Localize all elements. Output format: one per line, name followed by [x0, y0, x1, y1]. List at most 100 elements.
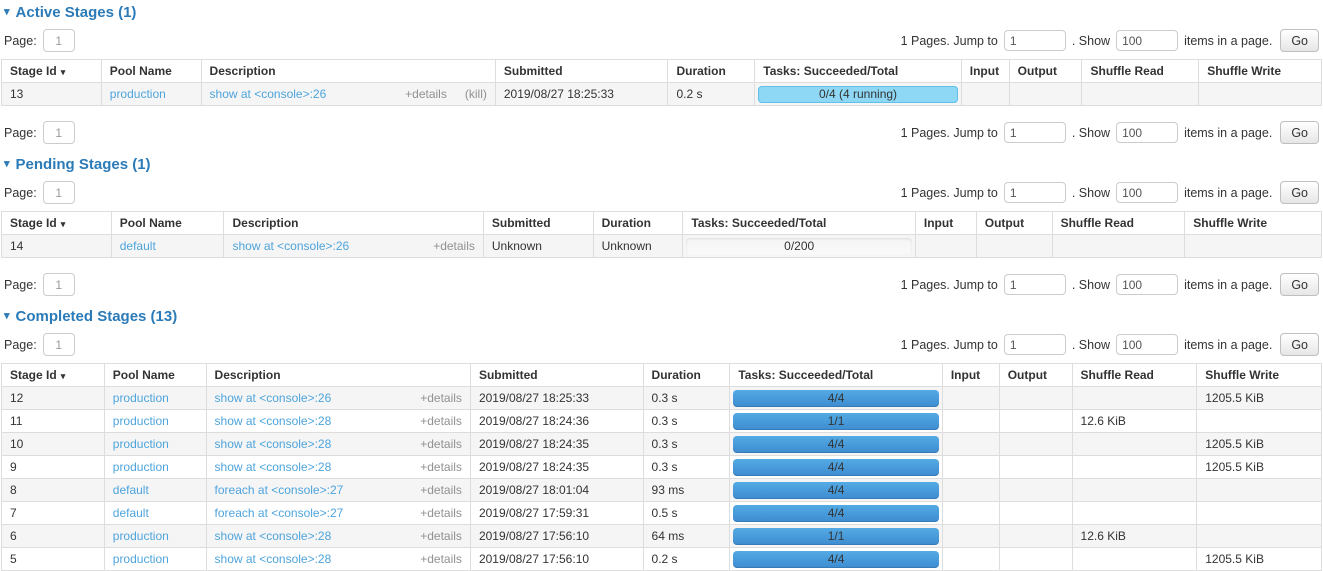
duration-cell: 0.5 s [643, 502, 730, 525]
column-header-shuffle-write[interactable]: Shuffle Write [1199, 60, 1322, 83]
go-button[interactable]: Go [1280, 29, 1319, 52]
column-header-duration[interactable]: Duration [643, 364, 730, 387]
details-toggle[interactable]: +details [420, 552, 462, 566]
details-toggle[interactable]: +details [420, 506, 462, 520]
show-items-input[interactable] [1116, 182, 1178, 203]
input-cell [942, 502, 999, 525]
page-input[interactable] [43, 181, 75, 204]
column-header-output[interactable]: Output [999, 364, 1072, 387]
pool-name-link[interactable]: production [110, 87, 166, 101]
description-link[interactable]: show at <console>:26 [232, 239, 349, 253]
details-toggle[interactable]: +details [433, 239, 475, 253]
column-header-submitted[interactable]: Submitted [483, 212, 593, 235]
submitted-cell: 2019/08/27 17:56:10 [470, 548, 643, 571]
page-input[interactable] [43, 273, 75, 296]
stage-id: 13 [10, 87, 23, 101]
pool-name-link[interactable]: production [113, 437, 169, 451]
details-toggle[interactable]: +details [420, 460, 462, 474]
column-header-duration[interactable]: Duration [668, 60, 755, 83]
description-link[interactable]: foreach at <console>:27 [215, 506, 344, 520]
page-input[interactable] [43, 333, 75, 356]
column-header-submitted[interactable]: Submitted [495, 60, 668, 83]
jump-to-input[interactable] [1004, 30, 1066, 51]
pool-name-link[interactable]: default [113, 506, 149, 520]
section-title-pending[interactable]: ▾Pending Stages (1) [4, 156, 1322, 173]
go-button[interactable]: Go [1280, 121, 1319, 144]
pool-name-link[interactable]: default [113, 483, 149, 497]
page-input[interactable] [43, 121, 75, 144]
column-header-shuffle-read[interactable]: Shuffle Read [1052, 212, 1185, 235]
column-header-pool-name[interactable]: Pool Name [111, 212, 224, 235]
description-link[interactable]: show at <console>:28 [215, 552, 332, 566]
tasks-progress-bar: 1/1 [733, 528, 939, 545]
column-header-description[interactable]: Description [201, 60, 495, 83]
description-link[interactable]: show at <console>:28 [215, 437, 332, 451]
pool-name-link[interactable]: production [113, 391, 169, 405]
details-toggle[interactable]: +details [420, 414, 462, 428]
column-header-input[interactable]: Input [942, 364, 999, 387]
details-toggle[interactable]: +details [420, 529, 462, 543]
column-header-output[interactable]: Output [976, 212, 1052, 235]
column-header-duration[interactable]: Duration [593, 212, 683, 235]
jump-to-input[interactable] [1004, 274, 1066, 295]
stage-id-cell: 9 [2, 456, 105, 479]
show-items-input[interactable] [1116, 274, 1178, 295]
jump-to-input[interactable] [1004, 122, 1066, 143]
column-header-stage-id[interactable]: Stage Id▾ [2, 364, 105, 387]
column-header-label: Submitted [479, 368, 538, 382]
pool-name-link[interactable]: production [113, 414, 169, 428]
go-button[interactable]: Go [1280, 333, 1319, 356]
jump-to-input[interactable] [1004, 182, 1066, 203]
column-header-shuffle-read[interactable]: Shuffle Read [1082, 60, 1199, 83]
column-header-shuffle-write[interactable]: Shuffle Write [1197, 364, 1322, 387]
column-header-stage-id[interactable]: Stage Id▾ [2, 60, 102, 83]
description-link[interactable]: show at <console>:28 [215, 414, 332, 428]
pool-name-link[interactable]: default [120, 239, 156, 253]
show-items-input[interactable] [1116, 30, 1178, 51]
shuffle-write-cell [1185, 235, 1322, 258]
column-header-tasks-succeeded-total[interactable]: Tasks: Succeeded/Total [755, 60, 962, 83]
details-toggle[interactable]: +details [420, 483, 462, 497]
go-button[interactable]: Go [1280, 181, 1319, 204]
page-input[interactable] [43, 29, 75, 52]
column-header-tasks-succeeded-total[interactable]: Tasks: Succeeded/Total [730, 364, 943, 387]
column-header-description[interactable]: Description [206, 364, 470, 387]
description-link[interactable]: show at <console>:28 [215, 460, 332, 474]
column-header-label: Stage Id [10, 216, 57, 230]
section-title-completed[interactable]: ▾Completed Stages (13) [4, 308, 1322, 325]
tasks-cell: 4/4 [730, 479, 943, 502]
column-header-stage-id[interactable]: Stage Id▾ [2, 212, 112, 235]
column-header-submitted[interactable]: Submitted [470, 364, 643, 387]
column-header-output[interactable]: Output [1009, 60, 1082, 83]
jump-to-input[interactable] [1004, 334, 1066, 355]
description-link[interactable]: show at <console>:26 [215, 391, 332, 405]
column-header-pool-name[interactable]: Pool Name [101, 60, 201, 83]
pool-name-link[interactable]: production [113, 460, 169, 474]
details-toggle[interactable]: +details [420, 391, 462, 405]
table-row: 13 production +details (kill) show at <conso… [2, 83, 1322, 106]
column-header-input[interactable]: Input [915, 212, 976, 235]
details-toggle[interactable]: +details [405, 87, 447, 101]
section-title-active[interactable]: ▾Active Stages (1) [4, 4, 1322, 21]
pagination-controls: 1 Pages. Jump to. Showitems in a page.Go [901, 29, 1319, 52]
show-items-input[interactable] [1116, 334, 1178, 355]
column-header-shuffle-write[interactable]: Shuffle Write [1185, 212, 1322, 235]
stage-id-cell: 5 [2, 548, 105, 571]
description-link[interactable]: show at <console>:28 [215, 529, 332, 543]
go-button[interactable]: Go [1280, 273, 1319, 296]
column-header-input[interactable]: Input [961, 60, 1009, 83]
pool-name-link[interactable]: production [113, 529, 169, 543]
pool-name-link[interactable]: production [113, 552, 169, 566]
description-link[interactable]: foreach at <console>:27 [215, 483, 344, 497]
details-toggle[interactable]: +details [420, 437, 462, 451]
column-header-description[interactable]: Description [224, 212, 483, 235]
column-header-label: Description [215, 368, 281, 382]
column-header-shuffle-read[interactable]: Shuffle Read [1072, 364, 1197, 387]
shuffle-read-value: 12.6 KiB [1081, 529, 1126, 543]
stage-id: 11 [10, 414, 22, 428]
column-header-tasks-succeeded-total[interactable]: Tasks: Succeeded/Total [683, 212, 915, 235]
show-items-input[interactable] [1116, 122, 1178, 143]
description-link[interactable]: show at <console>:26 [210, 87, 327, 101]
column-header-pool-name[interactable]: Pool Name [104, 364, 206, 387]
kill-link[interactable]: (kill) [465, 87, 487, 101]
